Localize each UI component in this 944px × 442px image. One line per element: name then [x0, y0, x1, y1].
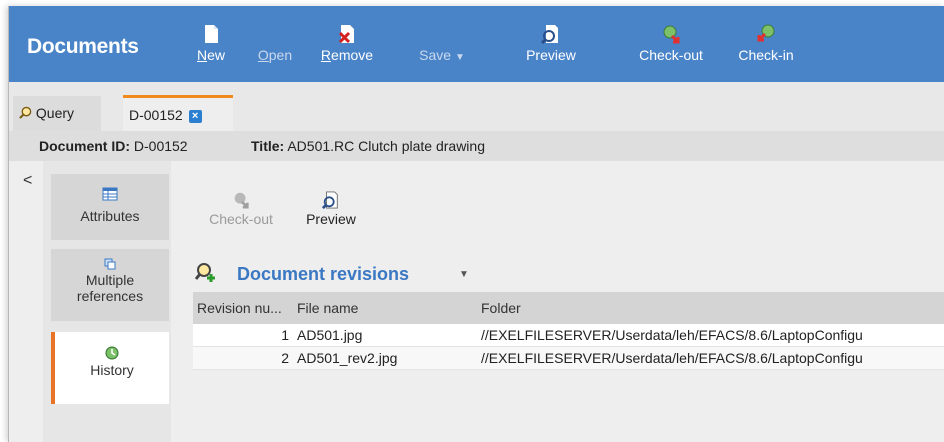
main-panel: Check-out Preview Document revisions ▼ R…	[171, 161, 944, 442]
sidebar: Attributes Multiple references History	[43, 161, 171, 442]
table-row[interactable]: 1 AD501.jpg //EXELFILESERVER/Userdata/le…	[193, 324, 944, 347]
preview-icon	[322, 191, 338, 209]
preview-action-button[interactable]: Preview	[301, 191, 361, 227]
tab-query[interactable]: Query	[13, 96, 101, 131]
remove-label: Remove	[320, 47, 374, 63]
save-button[interactable]: Save ▼	[413, 14, 471, 74]
open-label: Open	[257, 47, 293, 63]
sidebar-item-multiple-label-line2: references	[76, 288, 144, 304]
tab-document-label: D-00152	[129, 107, 183, 123]
checkin-icon	[757, 24, 775, 42]
document-id-value: D-00152	[133, 138, 188, 154]
checkin-label: Check-in	[738, 47, 794, 63]
revisions-dropdown-icon[interactable]: ▼	[459, 269, 469, 280]
collapse-sidebar-button[interactable]: <	[23, 172, 32, 190]
preview-icon	[541, 25, 558, 44]
close-icon[interactable]: ×	[188, 109, 202, 123]
copy-icon	[104, 258, 116, 270]
revisions-table: Revision nu... File name Folder 1 AD501.…	[193, 292, 944, 370]
sidebar-item-history-label: History	[90, 362, 134, 378]
cell-folder: //EXELFILESERVER/Userdata/leh/EFACS/8.6/…	[481, 327, 863, 343]
table-row[interactable]: 2 AD501_rev2.jpg //EXELFILESERVER/Userda…	[193, 347, 944, 370]
tab-document[interactable]: D-00152 ×	[123, 95, 233, 133]
cell-folder: //EXELFILESERVER/Userdata/leh/EFACS/8.6/…	[481, 350, 863, 366]
title-value: AD501.RC Clutch plate drawing	[287, 138, 485, 154]
title-label: Title:	[251, 138, 285, 154]
cell-revision: 2	[281, 350, 289, 366]
checkout-action-button[interactable]: Check-out	[201, 191, 281, 227]
preview-button[interactable]: Preview	[521, 14, 581, 74]
document-revisions-title[interactable]: Document revisions	[237, 264, 409, 285]
magnifier-icon	[19, 106, 32, 119]
preview-action-label: Preview	[306, 211, 356, 227]
checkout-disabled-icon	[234, 192, 249, 209]
cell-file-name: AD501_rev2.jpg	[297, 350, 398, 366]
checkout-button[interactable]: Check-out	[631, 14, 711, 74]
toolbar: Documents New Open Remove Save ▼ Preview…	[9, 6, 944, 82]
column-header-file-name[interactable]: File name	[297, 292, 358, 324]
document-info-bar: Document ID: D-00152 Title: AD501.RC Clu…	[9, 131, 944, 161]
sidebar-item-history[interactable]: History	[51, 332, 169, 404]
search-add-icon[interactable]	[195, 262, 217, 284]
column-header-folder[interactable]: Folder	[481, 292, 521, 324]
cell-revision: 1	[281, 327, 289, 343]
sidebar-item-attributes-label: Attributes	[80, 208, 140, 224]
table-icon	[102, 187, 118, 201]
app-title: Documents	[27, 35, 139, 58]
history-icon	[105, 346, 119, 360]
new-button[interactable]: New	[194, 14, 228, 74]
preview-label: Preview	[526, 47, 576, 63]
sidebar-item-multiple-references[interactable]: Multiple references	[51, 249, 169, 321]
new-label: New	[196, 47, 226, 63]
checkout-label: Check-out	[639, 47, 703, 63]
sidebar-item-multiple-label-line1: Multiple	[85, 272, 135, 288]
remove-button[interactable]: Remove	[319, 14, 375, 74]
document-id-label: Document ID:	[39, 138, 130, 154]
checkout-action-label: Check-out	[209, 211, 273, 227]
sidebar-item-attributes[interactable]: Attributes	[51, 174, 169, 240]
checkout-icon	[663, 25, 680, 44]
checkin-button[interactable]: Check-in	[731, 14, 801, 74]
save-label: Save	[419, 47, 452, 63]
new-document-icon	[205, 25, 218, 43]
tab-query-label: Query	[35, 105, 75, 121]
tab-bar: Query D-00152 ×	[9, 82, 944, 133]
cell-file-name: AD501.jpg	[297, 327, 363, 343]
save-dropdown-icon[interactable]: ▼	[455, 52, 465, 63]
remove-document-icon	[338, 25, 354, 44]
open-button[interactable]: Open	[253, 14, 297, 74]
table-header: Revision nu... File name Folder	[193, 292, 944, 324]
app-window: Documents New Open Remove Save ▼ Preview…	[8, 6, 944, 442]
column-header-revision[interactable]: Revision nu...	[197, 292, 282, 324]
